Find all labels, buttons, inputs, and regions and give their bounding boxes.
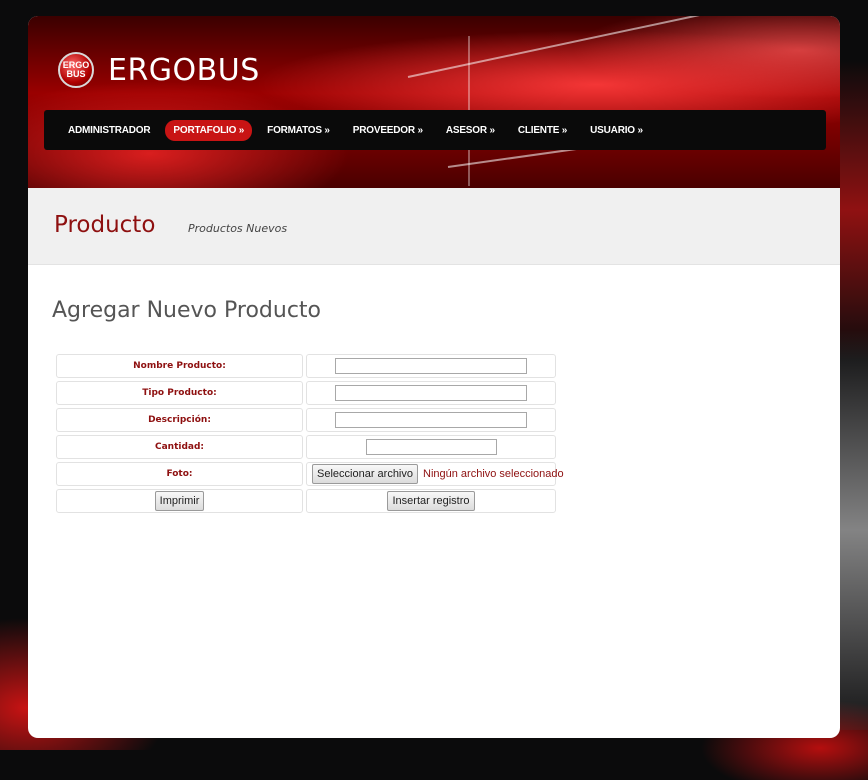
brand-name: ERGOBUS bbox=[108, 52, 260, 88]
background-streak bbox=[840, 330, 868, 730]
logo-badge-icon: ERGO BUS bbox=[58, 52, 94, 88]
form-label-cell: Descripción: bbox=[56, 408, 303, 432]
form-label-cell: Tipo Producto: bbox=[56, 381, 303, 405]
tipo-producto-label: Tipo Producto: bbox=[142, 388, 217, 398]
nav-item-usuario[interactable]: USUARIO » bbox=[582, 120, 651, 141]
nav-item-administrador[interactable]: ADMINISTRADOR bbox=[60, 120, 158, 141]
foto-label: Foto: bbox=[166, 469, 193, 479]
form-label-cell: Foto: bbox=[56, 462, 303, 486]
nombre-producto-label: Nombre Producto: bbox=[133, 361, 226, 371]
cantidad-label: Cantidad: bbox=[154, 442, 205, 452]
site-header: ERGO BUS ERGOBUS ADMINISTRADOR PORTAFOLI… bbox=[28, 16, 840, 188]
logo-badge-bottom: BUS bbox=[66, 69, 86, 79]
nav-item-portafolio[interactable]: PORTAFOLIO » bbox=[165, 119, 253, 141]
form-value-cell bbox=[306, 354, 556, 378]
form-row: Foto: Seleccionar archivo Ningún archivo… bbox=[56, 462, 564, 486]
page-title: Producto bbox=[54, 212, 156, 238]
nombre-producto-input[interactable] bbox=[335, 358, 527, 374]
main-nav: ADMINISTRADOR PORTAFOLIO » FORMATOS » PR… bbox=[44, 110, 826, 150]
page-header: Producto Productos Nuevos bbox=[28, 188, 840, 265]
insert-record-button[interactable]: Insertar registro bbox=[387, 491, 475, 511]
form-row: Tipo Producto: bbox=[56, 381, 556, 405]
descripcion-label: Descripción: bbox=[148, 415, 211, 425]
header-light-ray bbox=[407, 16, 702, 78]
product-form: Nombre Producto: Tipo Producto: Descripc… bbox=[56, 354, 564, 516]
section-title: Agregar Nuevo Producto bbox=[52, 298, 321, 323]
form-row: Nombre Producto: bbox=[56, 354, 556, 378]
file-status-text: Ningún archivo seleccionado bbox=[423, 468, 564, 480]
nav-item-formatos[interactable]: FORMATOS » bbox=[259, 120, 338, 141]
form-value-cell: Insertar registro bbox=[306, 489, 556, 513]
logo[interactable]: ERGO BUS ERGOBUS bbox=[58, 52, 260, 88]
form-label-cell: Cantidad: bbox=[56, 435, 303, 459]
form-value-cell bbox=[306, 435, 556, 459]
form-value-cell bbox=[306, 408, 556, 432]
page-frame: ERGO BUS ERGOBUS ADMINISTRADOR PORTAFOLI… bbox=[28, 16, 840, 738]
cantidad-input[interactable] bbox=[365, 439, 497, 455]
form-label-cell: Nombre Producto: bbox=[56, 354, 303, 378]
nav-item-cliente[interactable]: CLIENTE » bbox=[510, 120, 575, 141]
form-label-cell: Imprimir bbox=[56, 489, 303, 513]
descripcion-input[interactable] bbox=[335, 412, 527, 428]
print-button[interactable]: Imprimir bbox=[154, 491, 205, 511]
form-row: Descripción: bbox=[56, 408, 556, 432]
form-row: Cantidad: bbox=[56, 435, 556, 459]
nav-item-asesor[interactable]: ASESOR » bbox=[438, 120, 503, 141]
form-row: Imprimir Insertar registro bbox=[56, 489, 556, 513]
form-value-cell bbox=[306, 381, 556, 405]
form-value-cell: Seleccionar archivo Ningún archivo selec… bbox=[306, 462, 564, 486]
tipo-producto-input[interactable] bbox=[335, 385, 527, 401]
select-file-button[interactable]: Seleccionar archivo bbox=[312, 464, 418, 484]
nav-item-proveedor[interactable]: PROVEEDOR » bbox=[345, 120, 431, 141]
page-subtitle: Productos Nuevos bbox=[188, 222, 288, 235]
